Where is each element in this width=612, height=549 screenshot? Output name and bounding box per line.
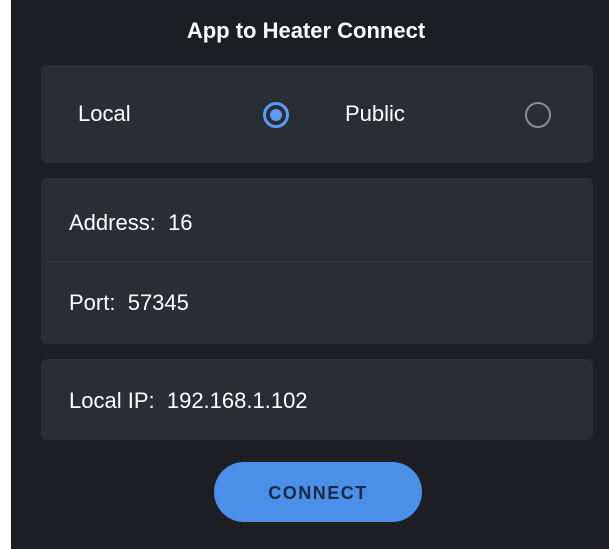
address-row[interactable]: Address: 16 xyxy=(69,210,193,236)
connection-mode-card: Local Public xyxy=(41,65,593,163)
address-port-card: Address: 16 Port: 57345 xyxy=(41,178,593,344)
local-ip-value: 192.168.1.102 xyxy=(166,388,308,413)
app-screen: App to Heater Connect Local Public Addre… xyxy=(11,0,609,549)
divider xyxy=(41,261,593,262)
connect-button[interactable]: CONNECT xyxy=(214,462,422,522)
local-ip-card: Local IP: 192.168.1.102 xyxy=(41,359,593,440)
local-label: Local xyxy=(78,101,131,126)
page-title: App to Heater Connect xyxy=(186,18,426,43)
port-row[interactable]: Port: 57345 xyxy=(69,290,189,316)
port-label: Port: xyxy=(69,290,116,315)
local-ip-row: Local IP: 192.168.1.102 xyxy=(69,388,308,414)
radio-selected-dot xyxy=(270,109,282,121)
address-value: 16 xyxy=(168,210,193,235)
port-value: 57345 xyxy=(127,290,189,315)
address-label: Address: xyxy=(69,210,156,235)
public-radio[interactable] xyxy=(525,102,551,128)
local-radio[interactable] xyxy=(263,102,289,128)
local-ip-label: Local IP: xyxy=(69,388,155,413)
public-label: Public xyxy=(345,101,405,126)
